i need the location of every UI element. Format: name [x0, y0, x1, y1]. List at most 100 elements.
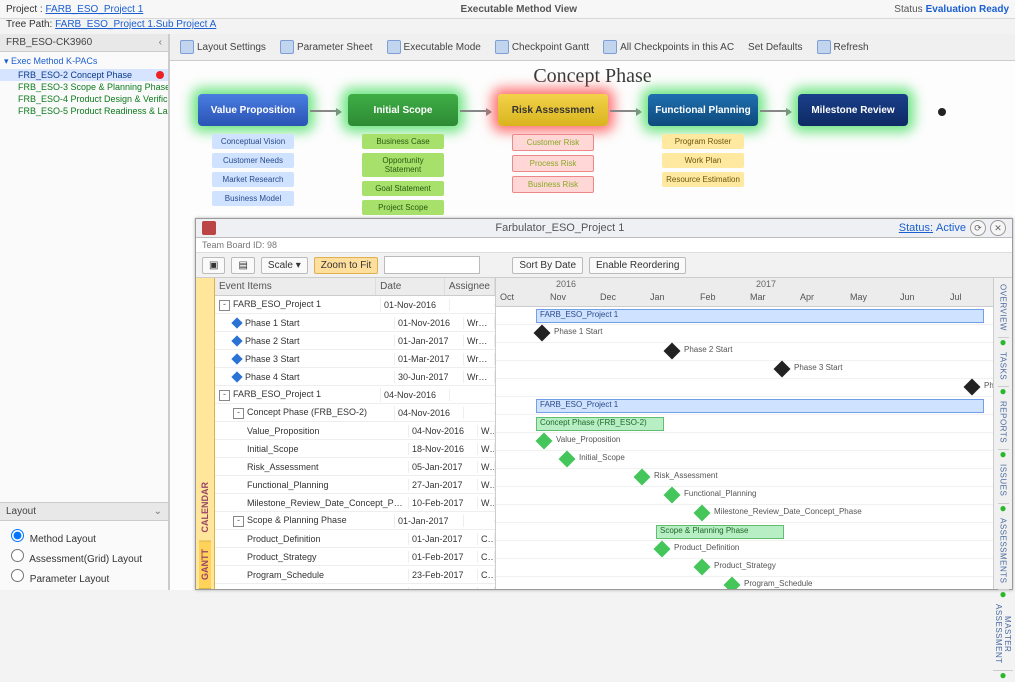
- stage-node[interactable]: Milestone Review: [798, 94, 908, 126]
- expand-icon[interactable]: -: [219, 300, 230, 311]
- layout-option[interactable]: Method Layout: [6, 526, 162, 545]
- tree-item[interactable]: FRB_ESO-3 Scope & Planning Phase: [0, 81, 168, 93]
- gantt-milestone-icon[interactable]: [694, 505, 711, 522]
- collapse-all-button[interactable]: ▣: [202, 257, 225, 274]
- checkpoint-gantt-button[interactable]: Checkpoint Gantt: [491, 38, 593, 56]
- table-row[interactable]: Milestone_Review_Scope_and_Planning01-Ma…: [215, 584, 495, 589]
- project-link[interactable]: FARB_ESO_Project 1: [45, 4, 143, 15]
- scale-dropdown[interactable]: Scale ▾: [261, 257, 308, 274]
- zoom-fit-button[interactable]: Zoom to Fit: [314, 257, 379, 274]
- refresh-window-icon[interactable]: ⟳: [970, 220, 986, 236]
- table-row[interactable]: Initial_Scope18-Nov-2016Wroblewski, Jame…: [215, 440, 495, 458]
- stage-sub-chip[interactable]: Program Roster: [662, 134, 744, 149]
- table-row[interactable]: Phase 2 Start01-Jan-2017Wroblewski, Jame…: [215, 332, 495, 350]
- executable-mode-button[interactable]: Executable Mode: [383, 38, 485, 56]
- side-tab[interactable]: CALENDAR: [199, 474, 211, 542]
- stage-sub-chip[interactable]: Conceptual Vision: [212, 134, 294, 149]
- left-panel-header[interactable]: FRB_ESO-CK3960 ‹: [0, 34, 168, 52]
- refresh-button[interactable]: Refresh: [813, 38, 873, 56]
- gantt-milestone-icon[interactable]: [774, 361, 791, 378]
- right-tab[interactable]: TASKS: [998, 346, 1009, 387]
- stage-sub-chip[interactable]: Market Research: [212, 172, 294, 187]
- set-defaults-button[interactable]: Set Defaults: [744, 40, 806, 55]
- right-tab[interactable]: ISSUES: [998, 458, 1009, 503]
- tree-item[interactable]: FRB_ESO-4 Product Design & Verification …: [0, 93, 168, 105]
- close-window-icon[interactable]: ✕: [990, 220, 1006, 236]
- table-row[interactable]: Product_Definition01-Jan-2017Castelino, …: [215, 530, 495, 548]
- expand-icon[interactable]: -: [233, 516, 244, 527]
- tree-root[interactable]: ▾ Exec Method K-PACs: [0, 54, 168, 69]
- gantt-milestone-icon[interactable]: [559, 451, 576, 468]
- gantt-titlebar[interactable]: Farbulator_ESO_Project 1 Status: Active …: [196, 219, 1012, 238]
- table-row[interactable]: Phase 1 Start01-Nov-2016Wroblewski, Jame…: [215, 314, 495, 332]
- table-row[interactable]: Phase 4 Start30-Jun-2017Wroblewski, Jame…: [215, 368, 495, 386]
- gantt-milestone-icon[interactable]: [664, 487, 681, 504]
- gantt-chart[interactable]: FARB_ESO_Project 1Phase 1 StartPhase 2 S…: [496, 307, 993, 589]
- stage-sub-chip[interactable]: Opportunity Statement: [362, 153, 444, 177]
- stage-sub-chip[interactable]: Work Plan: [662, 153, 744, 168]
- stage-node[interactable]: Risk Assessment: [498, 94, 608, 126]
- gantt-rows[interactable]: -FARB_ESO_Project 101-Nov-2016Phase 1 St…: [215, 296, 495, 589]
- expand-icon[interactable]: -: [233, 408, 244, 419]
- tree-item[interactable]: FRB_ESO-2 Concept Phase: [0, 69, 168, 81]
- collapse-icon[interactable]: ‹: [159, 37, 162, 48]
- stage-sub-chip[interactable]: Business Case: [362, 134, 444, 149]
- gantt-milestone-icon[interactable]: [654, 541, 671, 558]
- flow-stage[interactable]: Milestone Review: [798, 94, 908, 126]
- flow-stage[interactable]: Initial Scope Business Case Opportunity St…: [348, 94, 458, 219]
- tree-path-link[interactable]: FARB_ESO_Project 1.Sub Project A: [55, 19, 216, 30]
- all-checkpoints-button[interactable]: All Checkpoints in this AC: [599, 38, 738, 56]
- table-row[interactable]: Program_Schedule23-Feb-2017Castelino, Av…: [215, 566, 495, 584]
- gantt-milestone-icon[interactable]: [694, 559, 711, 576]
- right-tab[interactable]: ASSESSMENTS: [998, 512, 1009, 591]
- table-row[interactable]: -Concept Phase (FRB_ESO-2)04-Nov-2016: [215, 404, 495, 422]
- gantt-bar[interactable]: FARB_ESO_Project 1: [536, 309, 984, 323]
- table-row[interactable]: -Scope & Planning Phase01-Jan-2017: [215, 512, 495, 530]
- layout-option[interactable]: Parameter Layout: [6, 566, 162, 585]
- right-tab[interactable]: REPORTS: [998, 395, 1009, 450]
- gantt-milestone-icon[interactable]: [724, 577, 741, 589]
- gantt-bar[interactable]: FARB_ESO_Project 1: [536, 399, 984, 413]
- table-row[interactable]: Phase 3 Start01-Mar-2017Wroblewski, Jame…: [215, 350, 495, 368]
- expand-all-button[interactable]: ▤: [231, 257, 254, 274]
- gantt-milestone-icon[interactable]: [534, 325, 551, 342]
- stage-sub-chip[interactable]: Project Scope: [362, 200, 444, 215]
- search-input[interactable]: [384, 256, 480, 274]
- layout-settings-button[interactable]: Layout Settings: [176, 38, 270, 56]
- stage-node[interactable]: Initial Scope: [348, 94, 458, 126]
- table-row[interactable]: -FARB_ESO_Project 104-Nov-2016: [215, 386, 495, 404]
- flow-stage[interactable]: Value Proposition Conceptual Vision Custom…: [198, 94, 308, 210]
- stage-node[interactable]: Value Proposition: [198, 94, 308, 126]
- flow-stage[interactable]: Functional Planning Program Roster Work Pl…: [648, 94, 758, 191]
- table-row[interactable]: Functional_Planning27-Jan-2017Wroblewski…: [215, 476, 495, 494]
- stage-sub-chip[interactable]: Resource Estimation: [662, 172, 744, 187]
- gantt-bar[interactable]: Concept Phase (FRB_ESO-2): [536, 417, 664, 431]
- layout-panel-header[interactable]: Layout ⌄: [0, 503, 168, 521]
- stage-sub-chip[interactable]: Customer Risk: [512, 134, 594, 151]
- table-row[interactable]: Product_Strategy01-Feb-2017Castelino, Av…: [215, 548, 495, 566]
- table-row[interactable]: Value_Proposition04-Nov-2016Wroblewski, …: [215, 422, 495, 440]
- stage-sub-chip[interactable]: Goal Statement: [362, 181, 444, 196]
- expand-icon[interactable]: -: [219, 390, 230, 401]
- side-tab[interactable]: GANTT: [199, 541, 211, 589]
- stage-node[interactable]: Functional Planning: [648, 94, 758, 126]
- stage-sub-chip[interactable]: Customer Needs: [212, 153, 294, 168]
- gantt-bar[interactable]: Scope & Planning Phase: [656, 525, 784, 539]
- table-row[interactable]: Risk_Assessment05-Jan-2017Wroblewski, Ja…: [215, 458, 495, 476]
- stage-sub-chip[interactable]: Process Risk: [512, 155, 594, 172]
- gantt-milestone-icon[interactable]: [536, 433, 553, 450]
- stage-sub-chip[interactable]: Business Model: [212, 191, 294, 206]
- gantt-milestone-icon[interactable]: [664, 343, 681, 360]
- layout-option[interactable]: Assessment(Grid) Layout: [6, 546, 162, 565]
- gantt-milestone-icon[interactable]: [634, 469, 651, 486]
- tree-item[interactable]: FRB_ESO-5 Product Readiness & Launch Pha…: [0, 105, 168, 117]
- right-tab[interactable]: MASTER ASSESSMENT: [993, 598, 1013, 671]
- table-row[interactable]: -FARB_ESO_Project 101-Nov-2016: [215, 296, 495, 314]
- parameter-sheet-button[interactable]: Parameter Sheet: [276, 38, 377, 56]
- gantt-milestone-icon[interactable]: [964, 379, 981, 396]
- flow-stage[interactable]: Risk Assessment Customer Risk Process Risk…: [498, 94, 608, 197]
- table-row[interactable]: Milestone_Review_Date_Concept_Phase10-Fe…: [215, 494, 495, 512]
- right-tab[interactable]: OVERVIEW: [998, 278, 1009, 338]
- sort-by-date-button[interactable]: Sort By Date: [512, 257, 583, 274]
- stage-sub-chip[interactable]: Business Risk: [512, 176, 594, 193]
